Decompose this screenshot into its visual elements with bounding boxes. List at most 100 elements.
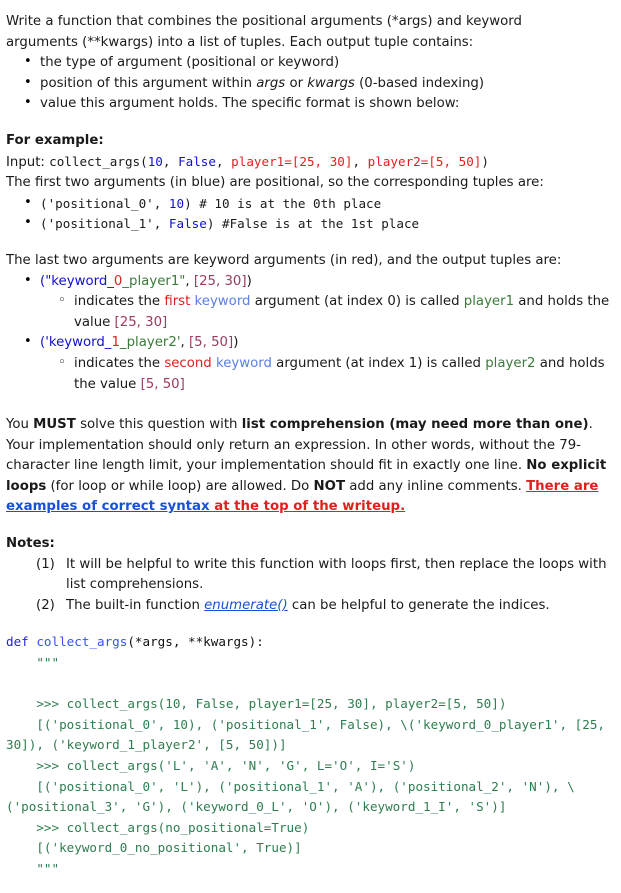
list-item: indicates the first keyword argument (at…: [58, 291, 615, 333]
code-sep-1: ,: [215, 153, 232, 169]
requirements-paragraph: You MUST solve this question with list c…: [6, 415, 615, 518]
keyword-intro-text: The last two arguments are keyword argum…: [6, 252, 562, 268]
list-item: ('keyword_1_player2', [5, 50]) indicates…: [24, 332, 615, 395]
req-t5: add any inline comments.: [345, 478, 527, 494]
kw-tuple-0-name: _player1": [122, 273, 186, 289]
code-doctest-line: >>> collect_args('L', 'A', 'N', 'G', L='…: [6, 758, 416, 773]
kw-tuple-1-value: [5, 50]: [188, 335, 234, 351]
req-t1: You: [6, 417, 34, 433]
kw-explain-0-value: [25, 30]: [114, 314, 168, 330]
code-kwarg-0: player1=[25, 30]: [231, 153, 353, 169]
enumerate-link[interactable]: enumerate(): [204, 598, 288, 613]
req-list-comprehension: list comprehension (may need more than o…: [241, 417, 589, 433]
kw-explain-1-t1: indicates the: [74, 355, 165, 371]
kw-explain-1-ordinal: second: [164, 355, 212, 371]
keyword-explain-list: indicates the first keyword argument (at…: [40, 291, 615, 333]
code-signature: (*args, **kwargs):: [127, 634, 264, 650]
kw-explain-1-name: player2: [485, 355, 536, 371]
code-doctest-line: [('positional_0', 10), ('positional_1', …: [6, 716, 408, 732]
list-item: ('positional_1', False) #False is at the…: [24, 213, 615, 235]
kw-explain-0-t1: indicates the: [74, 294, 165, 310]
kw-tuple-1-name: _player2': [119, 335, 181, 351]
positional-tuple-list: ('positional_0', 10) # 10 is at the 0th …: [6, 193, 615, 235]
syntax-link-before: There are: [526, 478, 599, 494]
code-docstring-open: """: [6, 655, 60, 671]
intro-bullet-2-text: value this argument holds. The specific …: [40, 96, 460, 112]
kw-tuple-1-index: 1: [111, 335, 120, 351]
clipped-top-text: the type of argument (positional or keyw…: [6, 7, 615, 11]
code-sep-2: ,: [352, 153, 368, 169]
pos-tuple-1-comment: #False is at the 1st place: [214, 216, 420, 232]
intro-bullet-0-text: the type of argument (positional or keyw…: [40, 55, 340, 71]
list-item: ('positional_0', 10) # 10 is at the 0th …: [24, 193, 615, 215]
kw-explain-0-name: player1: [463, 294, 515, 310]
intro-bullet-1-suffix: (0-based indexing): [354, 75, 485, 91]
problem-statement-page: the type of argument (positional or keyw…: [0, 0, 621, 880]
kw-tuple-1: ('keyword_1_player2', [5, 50]): [40, 335, 238, 350]
positional-intro-text: The first two arguments (in blue) are po…: [6, 175, 544, 191]
example-input-code: collect_args(10, False, player1=[25, 30]…: [49, 154, 489, 169]
kw-tuple-0-comma: ,: [185, 273, 194, 289]
note-1-text: It will be helpful to write this functio…: [66, 556, 607, 593]
code-doctest-line: [('positional_0', 'L'), ('positional_1',…: [6, 778, 575, 794]
list-item: The built-in function enumerate() can be…: [36, 596, 615, 617]
code-doctest-line: [('keyword_0_no_positional', True)]: [6, 840, 302, 856]
kw-tuple-0-open: ("keyword_: [40, 273, 114, 289]
syntax-link-anchor[interactable]: examples of correct syntax: [6, 499, 210, 514]
code-docstring-close: """: [6, 860, 60, 876]
code-function-name: collect_args: [28, 634, 128, 650]
req-t2: solve this question with: [75, 417, 242, 433]
code-fn-name: collect_args(: [49, 153, 148, 169]
code-doctest-line: ('positional_3', 'G'), ('keyword_0_L', '…: [6, 799, 507, 815]
list-item: ("keyword_0_player1", [25, 30]) indicate…: [24, 271, 615, 334]
kw-tuple-1-comma: ,: [180, 335, 189, 351]
req-not: NOT: [313, 478, 346, 494]
kw-tuple-0-value: [25, 30]: [193, 273, 247, 289]
pos-tuple-0-value: 10: [168, 195, 185, 211]
intro-bullet-1-mid: or: [285, 75, 308, 91]
list-item: indicates the second keyword argument (a…: [58, 353, 615, 395]
kw-tuple-1-open: ('keyword_: [40, 335, 112, 351]
syntax-link-after: at the top of the writeup.: [209, 499, 406, 515]
keyword-tuple-list: ("keyword_0_player1", [25, 30]) indicate…: [6, 271, 615, 396]
notes-heading: Notes:: [6, 536, 55, 552]
pos-tuple-0-close: ): [184, 195, 192, 211]
kw-explain-0-ordinal: first: [164, 294, 191, 310]
for-example-heading: For example:: [6, 132, 104, 148]
list-item: It will be helpful to write this functio…: [36, 555, 615, 596]
note-2-after: can be helpful to generate the indices.: [287, 597, 550, 613]
code-arg-0: 10: [147, 153, 163, 169]
code-doctest-line: >>> collect_args(10, False, player1=[25,…: [6, 696, 507, 712]
req-must: MUST: [33, 417, 76, 433]
kw-tuple-1-close: ): [233, 335, 239, 351]
example-input-line: Input: collect_args(10, False, player1=[…: [6, 152, 615, 174]
code-close-paren: ): [481, 153, 489, 169]
code-arg-1: False: [178, 153, 216, 169]
code-doctest-line: >>> collect_args(no_positional=True): [6, 819, 310, 835]
list-item: the type of argument (positional or keyw…: [24, 52, 615, 74]
pos-tuple-1-open: ('positional_1',: [40, 216, 169, 232]
code-block[interactable]: def collect_args(*args, **kwargs): """ >…: [6, 632, 615, 879]
intro-bullet-1-em-kwargs: kwargs: [307, 75, 355, 91]
example-input-label: Input:: [6, 154, 50, 170]
kw-explain-1-t3: argument (at index 1) is called: [271, 355, 486, 371]
list-item: position of this argument within args or…: [24, 73, 615, 95]
kw-explain-1-value: [5, 50]: [140, 376, 185, 392]
kw-tuple-0: ("keyword_0_player1", [25, 30]): [40, 274, 252, 289]
pos-tuple-0-comment: # 10 is at the 0th place: [191, 195, 382, 211]
req-t4: (for loop or while loop) are allowed. Do: [46, 478, 314, 494]
intro-bullet-list: the type of argument (positional or keyw…: [6, 52, 615, 115]
kw-tuple-0-close: ): [246, 273, 252, 289]
intro-line-2: arguments (**kwargs) into a list of tupl…: [6, 34, 474, 50]
kw-explain-0-t3: argument (at index 0) is called: [250, 294, 464, 310]
note-2-before: The built-in function: [66, 597, 205, 613]
notes-list: It will be helpful to write this functio…: [6, 555, 615, 617]
intro-bullet-1-em-args: args: [256, 75, 286, 91]
code-kwarg-1: player2=[5, 50]: [367, 153, 482, 169]
list-item: value this argument holds. The specific …: [24, 93, 615, 115]
